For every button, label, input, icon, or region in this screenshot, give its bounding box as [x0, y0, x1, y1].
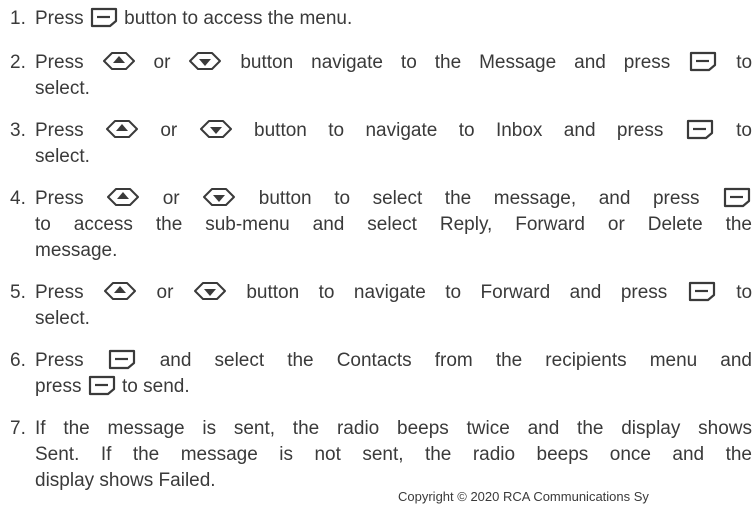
step-text: Press or button to navigate to Inbox and… — [35, 118, 752, 170]
up-arrow-button-icon — [103, 280, 137, 302]
step-line: select. — [35, 78, 90, 99]
step-line: Press or button to select the message, a… — [35, 186, 752, 212]
step-text: Press or button to select the message, a… — [35, 186, 752, 264]
down-arrow-button-icon — [193, 280, 227, 302]
step-line: Press or button navigate to the Message … — [35, 50, 752, 76]
down-arrow-button-icon — [199, 118, 233, 140]
step-line: select. — [35, 308, 90, 329]
step-line: message. — [35, 240, 118, 261]
step-line: Press button to access the menu. — [35, 6, 752, 32]
step-text-segment: press — [35, 376, 82, 397]
step-line: select. — [35, 146, 90, 167]
step-text-segment: Press — [35, 8, 84, 29]
step-text-segment: button to access the menu. — [124, 8, 353, 29]
step-text-segment: Press — [35, 188, 84, 209]
step-text-segment: and select the Contacts from the recipie… — [159, 350, 752, 371]
step-text: If the message is sent, the radio beeps … — [35, 416, 752, 494]
step-line: Press and select the Contacts from the r… — [35, 348, 752, 374]
step-text-segment: to send. — [122, 376, 190, 397]
step-text-segment: Press — [35, 52, 84, 73]
step-line: press to send. — [35, 374, 752, 400]
step-text-segment: button to select the message, and press — [258, 188, 700, 209]
step-text-segment: button to navigate to Forward and press — [246, 282, 668, 303]
up-arrow-button-icon — [102, 50, 136, 72]
step-text-segment: button navigate to the Message and press — [240, 52, 671, 73]
step-number: 4. — [10, 188, 26, 209]
step-text-segment: to — [736, 120, 753, 141]
step-text-segment: or — [153, 52, 171, 73]
step-text: Press and select the Contacts from the r… — [35, 348, 752, 400]
step-number: 1. — [10, 8, 26, 29]
step-text-segment: Press — [35, 282, 84, 303]
step-number: 3. — [10, 120, 26, 141]
down-arrow-button-icon — [202, 186, 236, 208]
step-line: Sent. If the message is not sent, the ra… — [35, 444, 752, 465]
menu-button-icon — [89, 6, 119, 28]
menu-button-icon — [722, 186, 752, 208]
step-text-segment: to — [736, 282, 753, 303]
menu-button-icon — [687, 280, 717, 302]
step-text: Press or button to navigate to Forward a… — [35, 280, 752, 332]
menu-button-icon — [685, 118, 715, 140]
menu-button-icon — [688, 50, 718, 72]
step-line: Press or button to navigate to Forward a… — [35, 280, 752, 306]
step-text-segment: or — [156, 282, 174, 303]
step-text-segment: button to navigate to Inbox and press — [254, 120, 664, 141]
step-number: 7. — [10, 418, 26, 439]
step-number: 5. — [10, 282, 26, 303]
menu-button-icon — [107, 348, 137, 370]
copyright-footer: Copyright © 2020 RCA Communications Sy — [398, 489, 649, 504]
step-text: Press button to access the menu. — [35, 6, 752, 32]
up-arrow-button-icon — [105, 118, 139, 140]
step-number: 2. — [10, 52, 26, 73]
down-arrow-button-icon — [188, 50, 222, 72]
step-number: 6. — [10, 350, 26, 371]
step-text-segment: or — [162, 188, 180, 209]
menu-button-icon — [87, 374, 117, 396]
step-line: If the message is sent, the radio beeps … — [35, 418, 752, 439]
step-line: Press or button to navigate to Inbox and… — [35, 118, 752, 144]
up-arrow-button-icon — [106, 186, 140, 208]
step-text-segment: Press — [35, 120, 84, 141]
step-text-segment: or — [160, 120, 178, 141]
step-text-segment: to — [736, 52, 753, 73]
step-line: to access the sub-menu and select Reply,… — [35, 214, 752, 235]
step-text-segment: Press — [35, 350, 84, 371]
step-text: Press or button navigate to the Message … — [35, 50, 752, 102]
